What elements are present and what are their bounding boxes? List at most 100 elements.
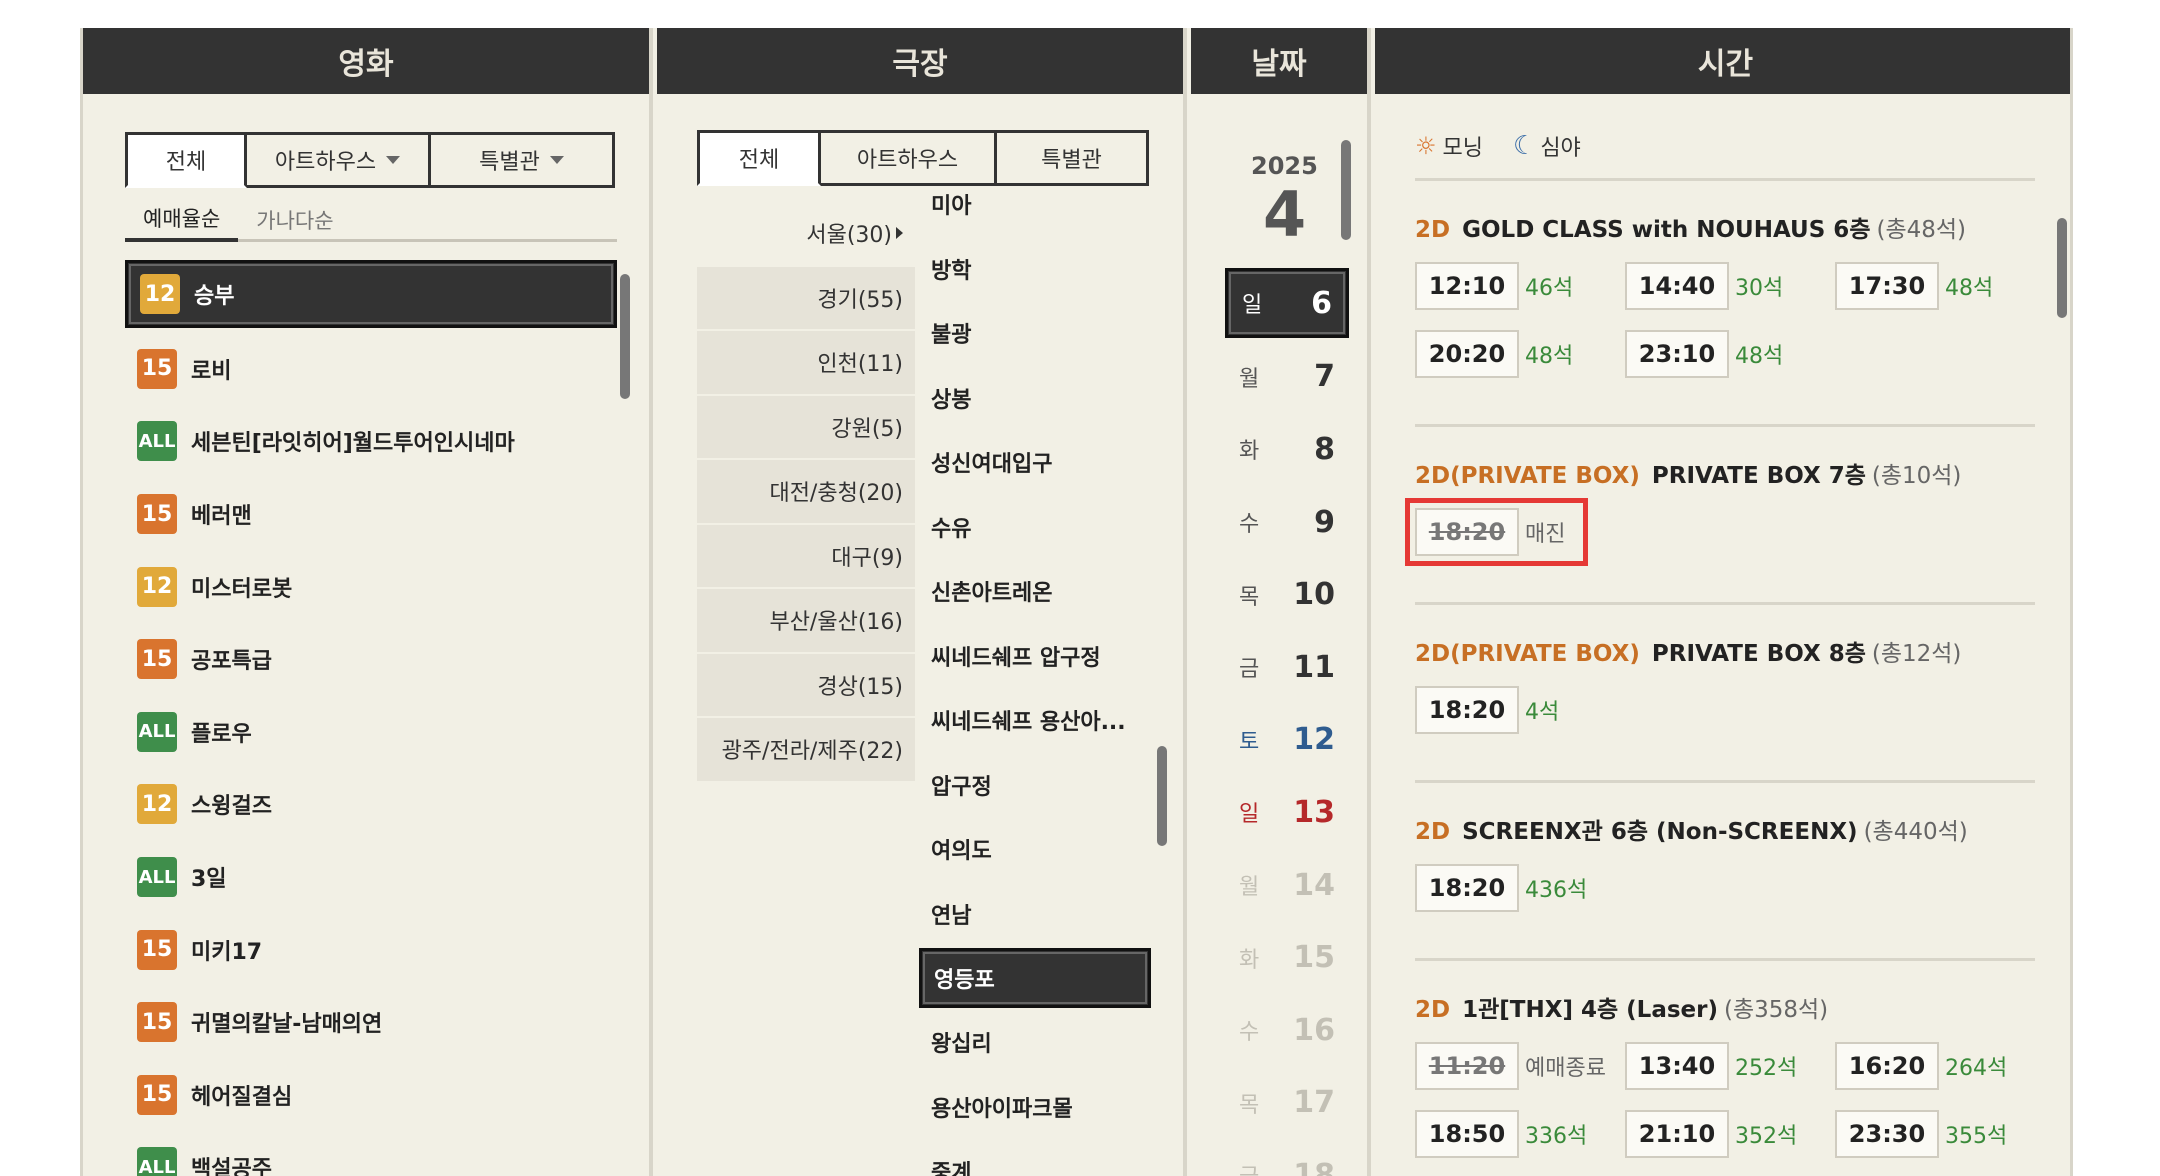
screen-name: PRIVATE BOX 8층 [1651,641,1866,667]
showtime-button[interactable]: 12:10 [1415,262,1519,310]
showtime-button[interactable]: 18:20 [1415,864,1519,912]
screen-total-seats: (총358석) [1723,997,1829,1023]
showtime-slot[interactable]: 23:30 355석 [1835,1110,2045,1158]
region-item[interactable]: 대전/충청(20) [697,460,915,525]
date-number: 11 [1293,649,1335,685]
showtime-slot[interactable]: 14:40 30석 [1625,262,1835,310]
theater-item[interactable]: 미아 [919,172,1151,237]
theater-item[interactable]: 연남 [919,882,1151,947]
movie-item[interactable]: 15 헤어질결심 [125,1059,617,1132]
sort-by-booking-rate[interactable]: 예매율순 [125,198,239,242]
remaining-seats: 48석 [1945,276,1994,301]
region-item[interactable]: 경상(15) [697,653,915,718]
region-item[interactable]: 부산/울산(16) [697,589,915,654]
time-list-scrollbar[interactable] [2057,218,2067,318]
theater-column-header: 극장 [657,28,1183,94]
showtime-slot[interactable]: 21:10 352석 [1625,1110,1835,1158]
movie-item[interactable]: 15 로비 [125,333,617,406]
theater-item[interactable]: 압구정 [919,753,1151,818]
movie-item[interactable]: ALL 3일 [125,841,617,914]
date-item[interactable]: 토 12 [1225,704,1349,777]
showtime-button[interactable]: 23:10 [1625,330,1729,378]
showtime-button[interactable]: 18:50 [1415,1110,1519,1158]
theater-item[interactable]: 왕십리 [919,1010,1151,1075]
theater-item[interactable]: 중계 [919,1139,1151,1176]
movie-title: 백설공주 [191,1157,272,1176]
region-item[interactable]: 대구(9) [697,524,915,589]
theater-item[interactable]: 신촌아트레온 [919,559,1151,624]
rating-badge: ALL [137,421,177,462]
theater-item[interactable]: 영등포 [919,948,1151,1008]
movie-item[interactable]: 15 귀멸의칼날-남매의연 [125,986,617,1059]
showtime-slot[interactable]: 20:20 48석 [1415,330,1625,378]
theater-item[interactable]: 씨네드쉐프 압구정 [919,624,1151,689]
movie-item[interactable]: 15 공포특급 [125,623,617,696]
theater-item[interactable]: 상봉 [919,366,1151,431]
legend-morning-label: 모닝 [1442,136,1483,161]
showtime-slot[interactable]: 17:30 48석 [1835,262,2045,310]
theater-item[interactable]: 불광 [919,301,1151,366]
date-item[interactable]: 월7 [1225,341,1349,414]
date-item[interactable]: 화8 [1225,413,1349,486]
region-item[interactable]: 광주/전라/제주(22) [697,718,915,783]
movie-item[interactable]: 15 미키17 [125,913,617,986]
movie-sort-tabs: 예매율순 가나다순 [125,198,617,242]
movie-list-scrollbar[interactable] [620,274,630,399]
rating-badge: 12 [137,566,177,607]
theater-item[interactable]: 수유 [919,495,1151,560]
showtime-button[interactable]: 18:20 [1415,686,1519,734]
movie-tab-all[interactable]: 전체 [125,132,247,188]
movie-item[interactable]: ALL 백설공주 [125,1131,617,1176]
date-item[interactable]: 수9 [1225,486,1349,559]
movie-item[interactable]: ALL 세븐틴[라잇히어]월드투어인시네마 [125,405,617,478]
date-number: 9 [1314,504,1335,540]
region-item[interactable]: 서울(30) [697,202,915,267]
theater-tab-all[interactable]: 전체 [697,130,821,186]
date-item: 수 16 [1225,994,1349,1067]
date-item[interactable]: 일 13 [1225,776,1349,849]
theater-item[interactable]: 용산아이파크몰 [919,1075,1151,1140]
showtime-button[interactable]: 17:30 [1835,262,1939,310]
ticket-booking-panel: 영화 전체 아트하우스 특별관 예매율순 가나다순 12 승부 15 로비 ALL 세븐틴… [80,28,2073,1176]
showtime-row: 18:20 436석 [1415,864,1625,912]
theater-item[interactable]: 여의도 [919,817,1151,882]
region-item[interactable]: 경기(55) [697,266,915,331]
showtime-slot[interactable]: 23:10 48석 [1625,330,1835,378]
showtime-button[interactable]: 20:20 [1415,330,1519,378]
theater-item[interactable]: 씨네드쉐프 용산아... [919,688,1151,753]
region-item[interactable]: 인천(11) [697,331,915,396]
movie-item[interactable]: 15 베러맨 [125,478,617,551]
date-item[interactable]: 목 10 [1225,558,1349,631]
showtime-button[interactable]: 13:40 [1625,1042,1729,1090]
section-divider [1415,424,2035,427]
movie-item[interactable]: ALL 플로우 [125,696,617,769]
theater-list-scrollbar[interactable] [1157,746,1167,846]
showtime-slot[interactable]: 13:40 252석 [1625,1042,1835,1090]
sort-by-name[interactable]: 가나다순 [238,198,351,242]
showtime-slot[interactable]: 16:20 264석 [1835,1042,2045,1090]
time-column-header: 시간 [1375,28,2070,94]
showtime-slot[interactable]: 18:50 336석 [1415,1110,1625,1158]
movie-item[interactable]: 12 스윙걸즈 [125,768,617,841]
date-list-scrollbar[interactable] [1341,140,1351,240]
showtime-slot[interactable]: 18:20 436석 [1415,864,1625,912]
theater-item[interactable]: 성신여대입구 [919,430,1151,495]
showtime-slot[interactable]: 12:10 46석 [1415,262,1625,310]
movie-item[interactable]: 12 승부 [125,260,617,328]
date-item[interactable]: 금 11 [1225,631,1349,704]
movie-tab-special[interactable]: 특별관 [431,132,615,188]
showtime-button[interactable]: 21:10 [1625,1110,1729,1158]
sun-icon: ☼ [1415,132,1437,160]
showtime-button[interactable]: 14:40 [1625,262,1729,310]
date-item[interactable]: 일6 [1225,268,1349,338]
movie-item[interactable]: 12 미스터로봇 [125,550,617,623]
showtime-button[interactable]: 16:20 [1835,1042,1939,1090]
theater-item[interactable]: 방학 [919,237,1151,302]
movie-tab-arthouse[interactable]: 아트하우스 [247,132,431,188]
region-label: 대구(9) [831,545,903,571]
showtime-button[interactable]: 23:30 [1835,1110,1939,1158]
region-item[interactable]: 강원(5) [697,395,915,460]
movie-column: 영화 전체 아트하우스 특별관 예매율순 가나다순 12 승부 15 로비 ALL 세븐틴… [83,28,653,1176]
movie-title: 미스터로봇 [191,576,293,602]
showtime-slot[interactable]: 18:20 4석 [1415,686,1625,734]
